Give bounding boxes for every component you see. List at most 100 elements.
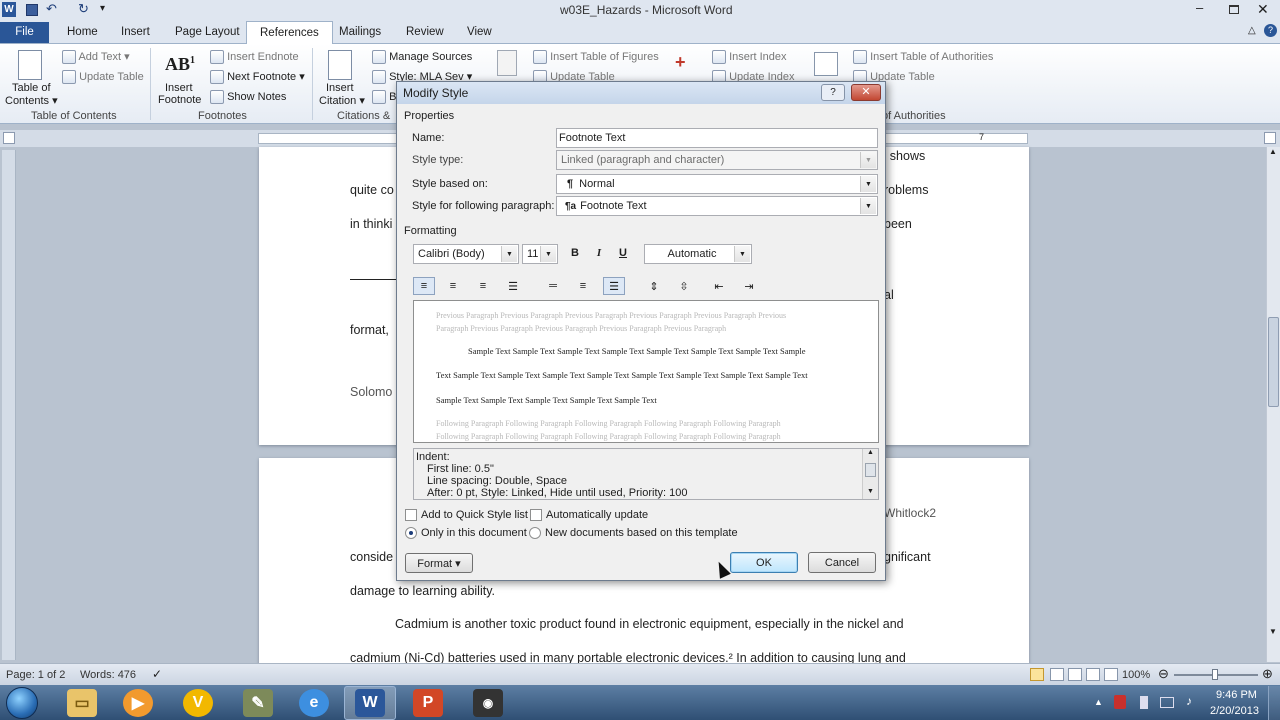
bold-button[interactable]: B xyxy=(564,244,586,262)
taskbar-media-player[interactable]: ▶ xyxy=(112,686,164,720)
double-spacing-icon[interactable]: ☰ xyxy=(603,277,625,295)
full-screen-view-icon[interactable] xyxy=(1050,668,1064,681)
tray-security-icon[interactable] xyxy=(1114,695,1126,709)
description-scrollbar[interactable]: ▲ ▼ xyxy=(862,449,878,499)
font-size-select[interactable]: 11 ▼ xyxy=(522,244,558,264)
insert-table-of-figures-button[interactable]: Insert Table of Figures xyxy=(533,50,659,64)
update-table-button[interactable]: Update Table xyxy=(62,70,144,84)
bibliography-button[interactable]: B xyxy=(372,90,396,104)
format-button[interactable]: Format ▾ xyxy=(405,553,473,573)
insert-footnote-label-1[interactable]: Insert xyxy=(165,82,193,94)
tab-mailings[interactable]: Mailings xyxy=(339,26,381,38)
insert-citation-label-2[interactable]: Citation ▾ xyxy=(319,94,365,107)
toc-icon[interactable] xyxy=(18,50,42,80)
vertical-scrollbar[interactable]: ▲ ▼ xyxy=(1266,147,1280,662)
tab-view[interactable]: View xyxy=(467,26,492,38)
tab-review[interactable]: Review xyxy=(406,26,444,38)
show-desktop-button[interactable] xyxy=(1268,686,1280,720)
web-layout-view-icon[interactable] xyxy=(1068,668,1082,681)
taskbar-internet-explorer[interactable]: e xyxy=(288,686,340,720)
align-left-icon[interactable]: ≡ xyxy=(413,277,435,295)
maximize-icon[interactable] xyxy=(1229,5,1239,14)
cancel-button[interactable]: Cancel xyxy=(808,552,876,573)
style-type-select[interactable]: Linked (paragraph and character) ▼ xyxy=(556,150,878,170)
zoom-slider-thumb[interactable] xyxy=(1212,669,1218,680)
taskbar-app-v[interactable]: V xyxy=(172,686,224,720)
toc-label-1[interactable]: Table of xyxy=(12,82,51,94)
justify-icon[interactable]: ☰ xyxy=(502,277,524,295)
ruler-tab-selector[interactable] xyxy=(3,132,15,144)
tray-network-icon[interactable] xyxy=(1140,696,1148,709)
redo-icon[interactable]: ↻ xyxy=(78,1,89,17)
dialog-close-button[interactable]: ✕ xyxy=(851,84,881,101)
taskbar-explorer[interactable]: ▭ xyxy=(56,686,108,720)
help-icon[interactable]: ? xyxy=(1264,24,1277,37)
view-ruler-icon[interactable] xyxy=(1264,132,1276,144)
mark-entry-icon[interactable]: + xyxy=(675,52,686,73)
name-input[interactable]: Footnote Text xyxy=(556,128,878,148)
increase-indent-icon[interactable]: ⇥ xyxy=(738,277,760,295)
insert-toa-button[interactable]: Insert Table of Authorities xyxy=(853,50,993,64)
tab-references[interactable]: References xyxy=(246,21,333,45)
next-footnote-button[interactable]: Next Footnote ▾ xyxy=(210,70,305,85)
dialog-help-button[interactable]: ? xyxy=(821,84,845,101)
zoom-out-icon[interactable]: ⊖ xyxy=(1158,666,1169,682)
mark-citation-icon[interactable] xyxy=(814,52,838,76)
auto-update-checkbox[interactable]: Automatically update xyxy=(530,509,648,522)
toc-label-2[interactable]: Contents ▾ xyxy=(5,94,58,107)
minimize-icon[interactable]: – xyxy=(1196,0,1203,15)
insert-footnote-icon[interactable]: AB1 xyxy=(165,54,195,75)
underline-button[interactable]: U xyxy=(612,244,634,262)
manage-sources-button[interactable]: Manage Sources xyxy=(372,50,472,64)
scroll-thumb[interactable] xyxy=(1268,317,1279,407)
tray-expand-icon[interactable]: ▲ xyxy=(1094,697,1103,707)
draft-view-icon[interactable] xyxy=(1104,668,1118,681)
qat-customize[interactable]: ▾ xyxy=(100,3,105,14)
print-layout-view-icon[interactable] xyxy=(1030,668,1044,681)
start-button[interactable] xyxy=(6,687,38,719)
scroll-down-icon[interactable]: ▼ xyxy=(867,488,874,495)
insert-citation-label-1[interactable]: Insert xyxy=(326,82,354,94)
clock-time[interactable]: 9:46 PM xyxy=(1216,689,1257,701)
page-count[interactable]: Page: 1 of 2 xyxy=(6,669,65,681)
add-quick-style-checkbox[interactable]: Add to Quick Style list xyxy=(405,509,528,522)
increase-spacing-icon[interactable]: ⇕ xyxy=(643,277,665,295)
zoom-level[interactable]: 100% xyxy=(1122,669,1150,681)
ribbon-collapse-icon[interactable]: △ xyxy=(1248,25,1256,36)
save-icon[interactable] xyxy=(26,4,38,16)
font-select[interactable]: Calibri (Body) ▼ xyxy=(413,244,519,264)
tab-page-layout[interactable]: Page Layout xyxy=(175,26,240,38)
zoom-slider[interactable] xyxy=(1174,669,1258,680)
only-this-document-radio[interactable]: Only in this document xyxy=(405,527,527,540)
chevron-down-icon[interactable]: ▼ xyxy=(501,246,517,262)
based-on-select[interactable]: ¶ Normal ▼ xyxy=(556,174,878,194)
word-icon[interactable]: W xyxy=(2,2,16,17)
font-color-select[interactable]: Automatic ▼ xyxy=(644,244,752,264)
insert-index-button[interactable]: Insert Index xyxy=(712,50,787,64)
taskbar-word[interactable]: W xyxy=(344,686,396,720)
following-select[interactable]: ¶a Footnote Text ▼ xyxy=(556,196,878,216)
chevron-down-icon[interactable]: ▼ xyxy=(540,246,556,262)
taskbar-powerpoint[interactable]: P xyxy=(402,686,454,720)
insert-footnote-label-2[interactable]: Footnote xyxy=(158,94,201,106)
scroll-down-icon[interactable]: ▼ xyxy=(1269,627,1277,636)
taskbar-hypercam[interactable]: ◉ xyxy=(462,686,514,720)
scroll-thumb[interactable] xyxy=(865,463,876,477)
add-text-button[interactable]: Add Text ▾ xyxy=(62,50,130,65)
zoom-in-icon[interactable]: ⊕ xyxy=(1262,666,1273,682)
insert-endnote-button[interactable]: Insert Endnote xyxy=(210,50,299,64)
single-spacing-icon[interactable]: ═ xyxy=(542,277,564,295)
chevron-down-icon[interactable]: ▼ xyxy=(860,198,876,214)
dialog-titlebar[interactable]: Modify Style ? ✕ xyxy=(397,82,885,104)
one-half-spacing-icon[interactable]: ≡ xyxy=(572,277,594,295)
word-count[interactable]: Words: 476 xyxy=(80,669,136,681)
decrease-spacing-icon[interactable]: ⇳ xyxy=(673,277,695,295)
clock-date[interactable]: 2/20/2013 xyxy=(1210,705,1259,717)
proofing-icon[interactable]: ✓ xyxy=(152,667,162,681)
taskbar-tools[interactable]: ✎ xyxy=(232,686,284,720)
undo-icon[interactable]: ↶ xyxy=(46,1,57,17)
show-notes-button[interactable]: Show Notes xyxy=(210,90,286,104)
tab-insert[interactable]: Insert xyxy=(121,26,150,38)
align-right-icon[interactable]: ≡ xyxy=(472,277,494,295)
italic-button[interactable]: I xyxy=(588,244,610,262)
